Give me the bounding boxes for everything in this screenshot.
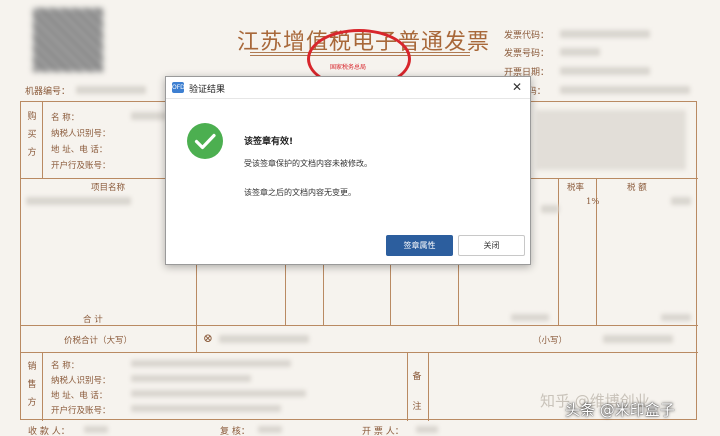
table-line — [21, 352, 698, 353]
redacted-value — [560, 48, 600, 56]
dialog-title: 验证结果 — [189, 85, 226, 95]
redacted-value — [26, 197, 131, 205]
redacted-value — [671, 197, 691, 205]
table-line — [558, 178, 559, 325]
redacted-value — [661, 314, 691, 321]
seal-text: 国家税务总局 — [330, 64, 367, 71]
redacted-value — [258, 426, 282, 433]
seller-taxid-label: 纳税人识别号： — [51, 376, 111, 386]
buyer-bank-label: 开户行及账号： — [51, 161, 111, 171]
total-amount-label: 价税合计（大写） — [64, 336, 133, 346]
redacted-value — [131, 405, 281, 412]
verification-dialog: OFD 验证结果 ✕ 该签章有效! 受该签章保护的文档内容未被修改。 该签章之后… — [165, 76, 531, 265]
seller-bank-label: 开户行及账号： — [51, 406, 111, 416]
app-icon: OFD — [172, 82, 185, 93]
buyer-side-label: 购买方 — [27, 112, 37, 158]
small-amount-label: （小写） — [533, 336, 568, 346]
dialog-message-line2: 该签章之后的文档内容无变更。 — [244, 188, 356, 197]
redacted-value — [84, 426, 108, 433]
redacted-value — [131, 390, 306, 397]
seller-side-label: 销售方 — [27, 362, 37, 408]
table-line — [428, 352, 429, 421]
redacted-value — [541, 205, 559, 213]
redacted-value — [511, 314, 549, 321]
buyer-address-label: 地 址、电 话： — [51, 145, 108, 155]
cross-circle-icon: ⊗ — [203, 331, 214, 345]
dialog-titlebar[interactable]: OFD 验证结果 ✕ — [166, 77, 530, 99]
remarks-label: 备注 — [412, 372, 422, 412]
redacted-value — [560, 86, 690, 94]
redacted-value — [131, 375, 251, 382]
item-name-header: 项目名称 — [91, 183, 126, 193]
redacted-value — [560, 30, 650, 38]
redacted-value — [131, 112, 167, 120]
table-line — [42, 102, 43, 178]
buyer-name-label: 名 称： — [51, 113, 80, 123]
close-icon[interactable]: ✕ — [510, 80, 524, 94]
buyer-taxid-label: 纳税人识别号： — [51, 129, 111, 139]
seller-name-label: 名 称： — [51, 361, 80, 371]
invoice-code-label: 发票代码： — [504, 31, 550, 41]
signature-properties-button[interactable]: 签章属性 — [386, 235, 453, 256]
issuer-label: 开 票 人： — [362, 427, 404, 436]
table-line — [21, 325, 698, 326]
dialog-message-line1: 受该签章保护的文档内容未被修改。 — [244, 159, 372, 168]
table-line — [42, 352, 43, 421]
invoice-number-label: 发票号码： — [504, 49, 550, 59]
reviewer-label: 复 核： — [220, 427, 250, 436]
rate-value: 1% — [586, 197, 600, 207]
redacted-value — [560, 67, 650, 75]
redacted-value — [219, 335, 309, 343]
close-button[interactable]: 关闭 — [458, 235, 525, 256]
redacted-value — [416, 426, 438, 433]
redacted-value — [603, 335, 673, 343]
seller-address-label: 地 址、电 话： — [51, 391, 108, 401]
redacted-value — [131, 360, 291, 367]
payee-label: 收 款 人： — [28, 427, 70, 436]
success-check-icon — [187, 123, 223, 159]
redacted-value — [76, 86, 146, 94]
source-watermark: 头条 @米印盒子 — [565, 401, 675, 419]
rate-header: 税率 — [567, 183, 585, 193]
machine-number-label: 机器编号： — [25, 87, 71, 97]
total-label: 合 计 — [83, 315, 103, 325]
dialog-heading: 该签章有效! — [244, 137, 294, 147]
tax-header: 税 额 — [627, 183, 647, 193]
password-area — [536, 110, 686, 170]
table-line — [407, 352, 408, 421]
qr-code — [33, 8, 103, 72]
